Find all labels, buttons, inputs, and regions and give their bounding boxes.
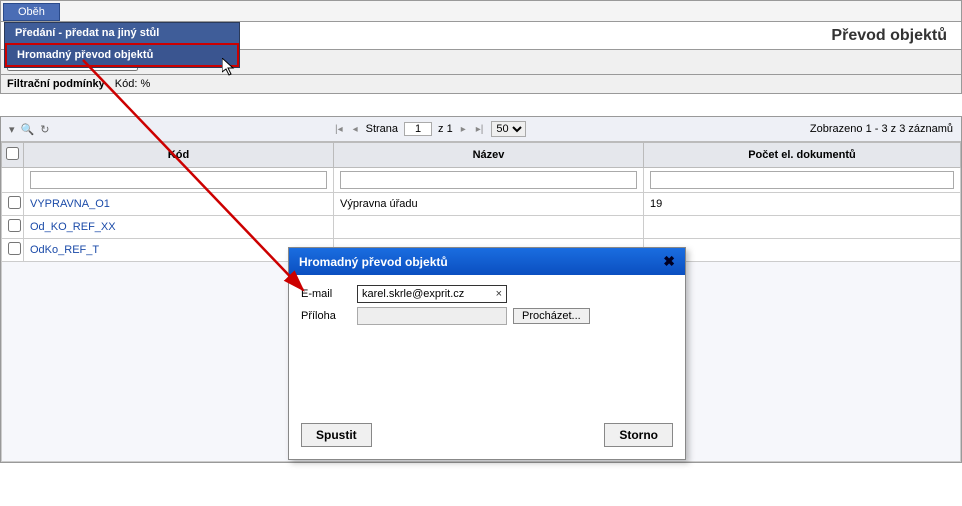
email-label: E-mail [301, 288, 351, 300]
filter-kod-value: % [141, 78, 151, 90]
pager-strana-label: Strana [366, 123, 398, 135]
pager-next-icon[interactable]: ▸ [459, 124, 468, 135]
filter-conditions-label: Filtrační podmínky [7, 78, 105, 90]
row-pocet [644, 216, 961, 239]
email-value: karel.skrle@exprit.cz [362, 288, 464, 300]
pager-last-icon[interactable]: ▸| [474, 124, 486, 135]
obeh-dropdown: Předání - předat na jiný stůl Hromadný p… [4, 22, 240, 68]
row-nazev: Výpravna úřadu [334, 193, 644, 216]
pager-z-label: z 1 [438, 123, 453, 135]
filter-input-nazev[interactable] [340, 171, 637, 189]
pager-prev-icon[interactable]: ◂ [351, 124, 360, 135]
dialog-footer: Spustit Storno [289, 415, 685, 459]
filter-kod-label: Kód: [115, 78, 138, 90]
pager-first-icon[interactable]: |◂ [333, 124, 345, 135]
row-pocet [644, 239, 961, 262]
table-row: VYPRAVNA_O1 Výpravna úřadu 19 [2, 193, 961, 216]
row-checkbox[interactable] [8, 242, 21, 255]
obeh-button[interactable]: Oběh [3, 3, 60, 21]
clear-icon[interactable]: × [490, 288, 502, 300]
email-field[interactable]: karel.skrle@exprit.cz × [357, 285, 507, 303]
dialog-body: E-mail karel.skrle@exprit.cz × Příloha P… [289, 275, 685, 415]
col-header-kod[interactable]: Kód [24, 143, 334, 168]
pager-summary: Zobrazeno 1 - 3 z 3 záznamů [810, 123, 953, 135]
file-path-field[interactable] [357, 307, 507, 325]
filter-input-pocet[interactable] [650, 171, 954, 189]
dialog-title: Hromadný převod objektů [299, 255, 448, 269]
row-kod[interactable]: VYPRAVNA_O1 [24, 193, 334, 216]
row-pocet: 19 [644, 193, 961, 216]
search-icon[interactable]: 🔍 [21, 123, 35, 136]
table-row: Od_KO_REF_XX [2, 216, 961, 239]
row-kod[interactable]: OdKo_REF_T [24, 239, 334, 262]
row-checkbox[interactable] [8, 196, 21, 209]
menu-item-predani[interactable]: Předání - předat na jiný stůl [5, 23, 239, 43]
menu-item-hromadny-prevod[interactable]: Hromadný převod objektů [5, 43, 239, 67]
browse-button[interactable]: Procházet... [513, 308, 590, 324]
grid-toolbar: ▾ 🔍 ↻ |◂ ◂ Strana z 1 ▸ ▸| 50 Zobrazeno … [1, 117, 961, 142]
row-kod[interactable]: Od_KO_REF_XX [24, 216, 334, 239]
filter-input-kod[interactable] [30, 171, 327, 189]
expand-icon[interactable]: ▾ [9, 123, 15, 136]
col-header-nazev[interactable]: Název [334, 143, 644, 168]
dialog-hromadny-prevod: Hromadný převod objektů ✖ E-mail karel.s… [288, 247, 686, 460]
dialog-header[interactable]: Hromadný převod objektů ✖ [289, 248, 685, 275]
col-header-pocet[interactable]: Počet el. dokumentů [644, 143, 961, 168]
page-title: Převod objektů [831, 27, 947, 45]
close-icon[interactable]: ✖ [663, 253, 675, 270]
priloha-label: Příloha [301, 310, 351, 322]
refresh-icon[interactable]: ↻ [40, 123, 49, 136]
pager-page-input[interactable] [404, 122, 432, 136]
topbar: Oběh [0, 0, 962, 22]
spustit-button[interactable]: Spustit [301, 423, 372, 447]
storno-button[interactable]: Storno [604, 423, 673, 447]
pager-pagesize-select[interactable]: 50 [491, 121, 526, 137]
row-checkbox[interactable] [8, 219, 21, 232]
row-nazev [334, 216, 644, 239]
header-checkbox[interactable] [6, 147, 19, 160]
filter-row-2: Filtrační podmínky Kód: % [0, 75, 962, 94]
